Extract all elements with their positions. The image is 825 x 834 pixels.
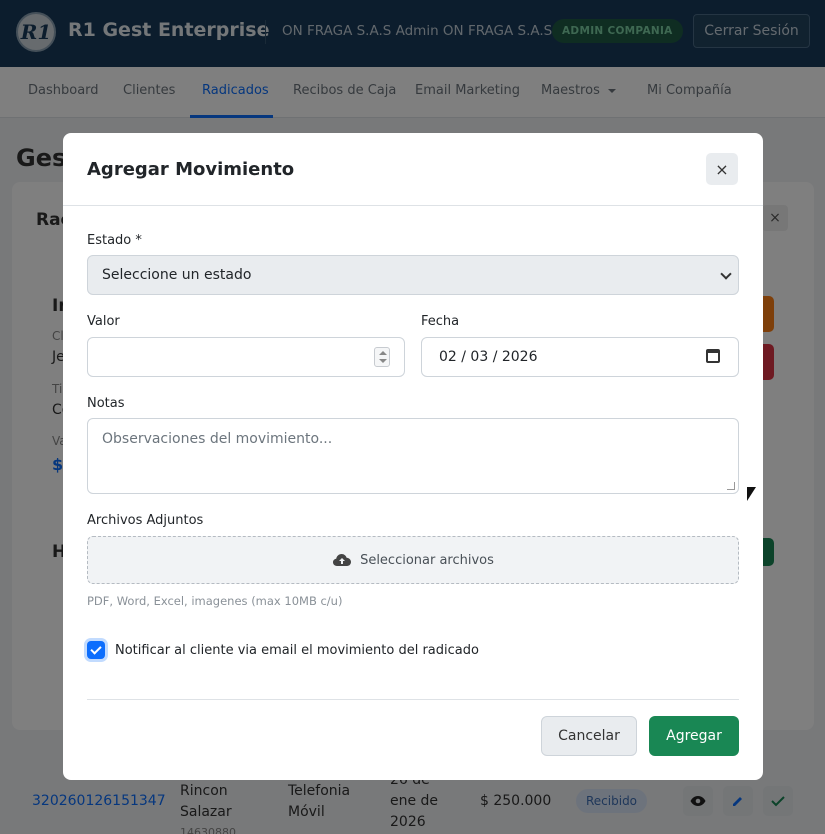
file-upload-help: PDF, Word, Excel, imagenes (max 10MB c/u… xyxy=(87,594,343,608)
estado-selected-value: Seleccione un estado xyxy=(102,267,252,283)
file-upload-button[interactable]: Seleccionar archivos xyxy=(87,536,739,584)
add-movement-modal: Agregar Movimiento × Estado * Seleccione… xyxy=(63,133,763,780)
estado-label: Estado * xyxy=(87,233,142,248)
chevron-down-icon xyxy=(720,268,732,280)
resize-handle-icon[interactable] xyxy=(727,482,735,490)
notas-placeholder: Observaciones del movimiento... xyxy=(102,431,333,447)
notas-label: Notas xyxy=(87,396,125,411)
calendar-icon[interactable] xyxy=(706,349,720,363)
modal-title: Agregar Movimiento xyxy=(87,159,295,180)
fecha-input[interactable]: 02 / 03 / 2026 xyxy=(421,337,739,377)
file-upload-label: Seleccionar archivos xyxy=(360,552,494,568)
archivos-label: Archivos Adjuntos xyxy=(87,513,204,528)
fecha-value: 02 / 03 / 2026 xyxy=(439,349,538,365)
mouse-cursor-icon xyxy=(747,487,756,501)
close-icon[interactable]: × xyxy=(706,153,738,185)
fecha-label: Fecha xyxy=(421,314,460,329)
notify-checkbox[interactable] xyxy=(87,641,105,659)
estado-select[interactable]: Seleccione un estado xyxy=(87,255,739,295)
stepper-down-icon xyxy=(379,359,387,363)
notify-checkbox-label[interactable]: Notificar al cliente via email el movimi… xyxy=(115,643,479,658)
stepper-up-icon xyxy=(379,351,387,355)
valor-label: Valor xyxy=(87,314,120,329)
cancel-button[interactable]: Cancelar xyxy=(541,716,637,756)
modal-footer-divider xyxy=(87,699,739,700)
number-stepper-icon[interactable] xyxy=(374,347,390,367)
checkmark-icon xyxy=(90,643,102,655)
modal-header: Agregar Movimiento × xyxy=(63,133,763,206)
notas-textarea[interactable]: Observaciones del movimiento... xyxy=(87,418,739,494)
valor-input[interactable] xyxy=(87,337,405,377)
add-button[interactable]: Agregar xyxy=(649,716,739,756)
cloud-upload-icon xyxy=(333,554,352,566)
